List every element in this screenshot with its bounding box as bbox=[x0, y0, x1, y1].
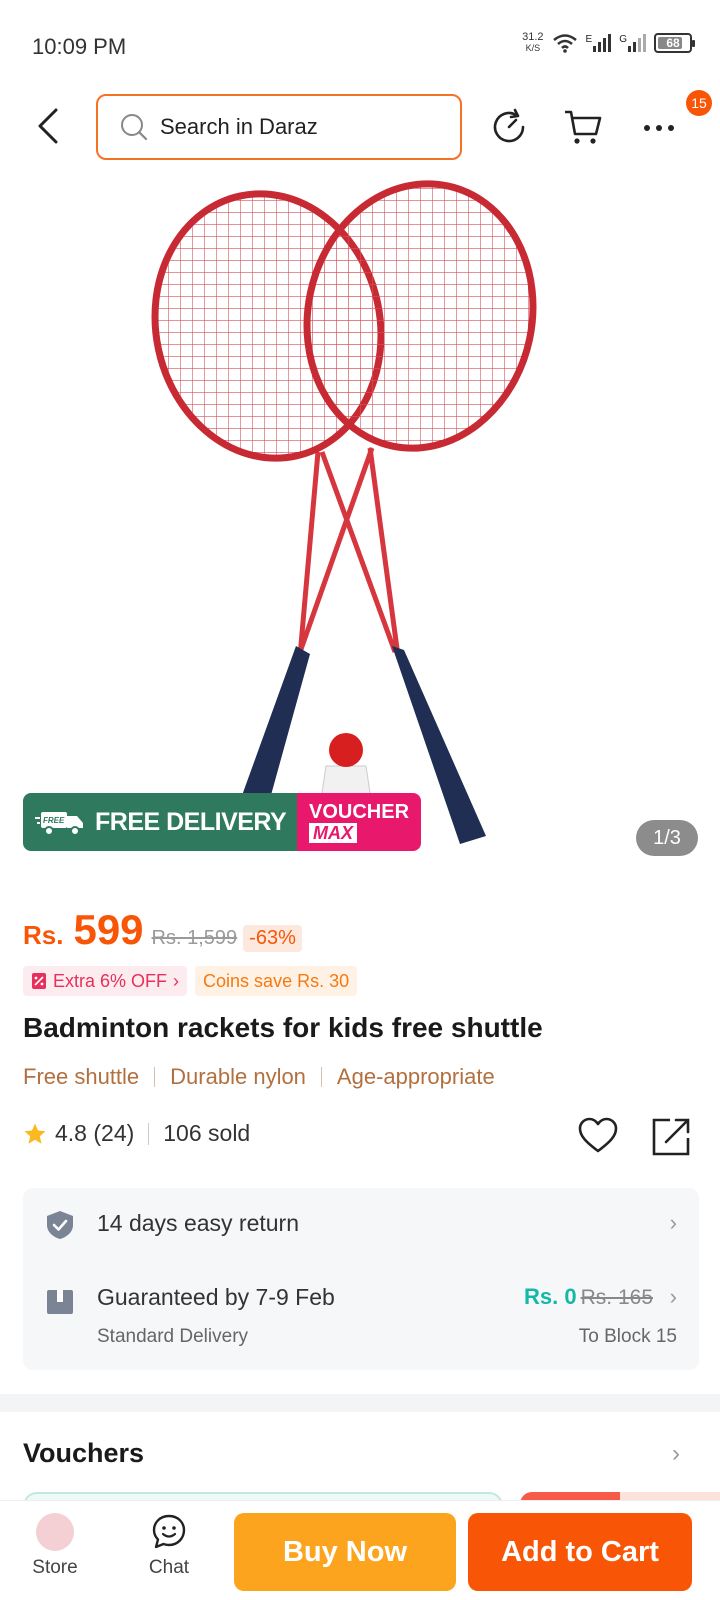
vouchers-heading: Vouchers bbox=[23, 1438, 145, 1468]
wishlist-heart-icon[interactable] bbox=[576, 1114, 620, 1158]
shipping-fee-was: Rs. 165 bbox=[580, 1286, 653, 1309]
rating-value: 4.8 (24) bbox=[55, 1120, 135, 1146]
star-icon bbox=[24, 1123, 46, 1144]
divider bbox=[320, 1067, 322, 1087]
delivery-type: Standard Delivery bbox=[97, 1326, 249, 1347]
chat-label: Chat bbox=[148, 1557, 190, 1578]
add-to-cart-button[interactable]: Add to Cart bbox=[468, 1513, 692, 1591]
delivery-destination: To Block 15 bbox=[578, 1326, 677, 1347]
search-placeholder: Search in Daraz bbox=[160, 114, 318, 139]
net-speed: 31.2 K/S bbox=[522, 31, 544, 54]
price-row: Rs. 599 Rs. 1,599 -63% bbox=[23, 906, 302, 954]
product-image bbox=[140, 176, 550, 844]
free-small-label: FREE bbox=[43, 816, 65, 825]
back-arrow-icon[interactable] bbox=[30, 104, 70, 148]
extra-off-label: Extra 6% OFF bbox=[53, 970, 168, 991]
package-icon bbox=[47, 1290, 73, 1314]
store-label: Store bbox=[32, 1557, 78, 1578]
status-time: 10:09 PM bbox=[32, 34, 127, 59]
extra-off-tag[interactable]: Extra 6% OFF › bbox=[23, 966, 188, 996]
promo-banner: FREE FREE DELIVERY VOUCHER MAX bbox=[23, 793, 421, 851]
bottom-action-bar: Store Chat Buy Now Add to Cart bbox=[0, 1500, 720, 1600]
free-delivery-tag: FREE FREE DELIVERY bbox=[23, 793, 297, 851]
shipping-fee-now: Rs. 0 bbox=[524, 1284, 577, 1309]
battery-icon: 68 bbox=[654, 33, 695, 53]
chevron-right-icon[interactable]: › bbox=[672, 1440, 680, 1468]
max-label: MAX bbox=[309, 823, 357, 843]
chat-button[interactable]: Chat bbox=[134, 1513, 204, 1579]
shield-check-icon bbox=[47, 1211, 73, 1239]
shipping-fee: Rs. 0 Rs. 165 bbox=[524, 1284, 653, 1310]
feature-item: Free shuttle bbox=[23, 1064, 140, 1089]
free-delivery-label: FREE DELIVERY bbox=[95, 807, 287, 836]
returns-label: 14 days easy return bbox=[97, 1210, 300, 1236]
promo-tags: Extra 6% OFF › Coins save Rs. 30 bbox=[23, 966, 358, 996]
divider bbox=[154, 1067, 156, 1087]
search-input[interactable]: Search in Daraz bbox=[96, 94, 462, 160]
returns-row[interactable]: 14 days easy return › bbox=[23, 1188, 699, 1262]
image-counter: 1/3 bbox=[636, 820, 698, 856]
currency: Rs. bbox=[23, 920, 64, 950]
product-image-gallery[interactable]: FREE FREE DELIVERY VOUCHER MAX 1/3 bbox=[0, 176, 720, 876]
buy-now-button[interactable]: Buy Now bbox=[234, 1513, 456, 1591]
feature-item: Age-appropriate bbox=[336, 1064, 495, 1089]
store-button[interactable]: Store bbox=[20, 1513, 90, 1579]
more-options-icon[interactable] bbox=[638, 106, 680, 148]
store-avatar bbox=[36, 1513, 74, 1551]
wifi-icon bbox=[552, 34, 577, 53]
coins-tag: Coins save Rs. 30 bbox=[195, 966, 358, 996]
section-divider bbox=[0, 1394, 720, 1412]
chevron-right-icon: › bbox=[173, 970, 180, 991]
feature-list: Free shuttle Durable nylon Age-appropria… bbox=[23, 1064, 495, 1090]
original-price: Rs. 1,599 bbox=[151, 927, 238, 949]
status-bar: 10:09 PM 31.2 K/S E G 68 bbox=[0, 0, 720, 90]
rating-row[interactable]: 4.8 (24) 106 sold bbox=[23, 1120, 250, 1147]
product-title: Badminton rackets for kids free shuttle bbox=[23, 1012, 543, 1043]
delivery-truck-icon: FREE bbox=[35, 812, 83, 836]
current-price: 599 bbox=[73, 906, 144, 953]
signal-e-icon: E bbox=[586, 34, 612, 52]
top-header: Search in Daraz 15 bbox=[0, 90, 720, 162]
delivery-guarantee: Guaranteed by 7-9 Feb bbox=[97, 1284, 335, 1310]
status-icons: 31.2 K/S E G 68 bbox=[522, 31, 695, 54]
share-icon[interactable] bbox=[650, 1114, 694, 1158]
discount-badge: -63% bbox=[243, 925, 302, 952]
cart-icon[interactable] bbox=[562, 106, 604, 148]
delivery-row[interactable]: Guaranteed by 7-9 Feb Standard Delivery … bbox=[23, 1262, 699, 1370]
chevron-right-icon: › bbox=[669, 1284, 677, 1309]
chevron-right-icon: › bbox=[669, 1210, 677, 1235]
history-icon[interactable] bbox=[488, 106, 530, 148]
service-card: 14 days easy return › Guaranteed by 7-9 … bbox=[23, 1188, 699, 1370]
chat-icon bbox=[152, 1514, 186, 1549]
voucher-label: VOUCHER bbox=[309, 801, 410, 823]
sold-count: 106 sold bbox=[163, 1120, 251, 1146]
signal-g-icon: G bbox=[619, 34, 646, 52]
notification-badge: 15 bbox=[686, 90, 712, 116]
voucher-max-tag: VOUCHER MAX bbox=[297, 793, 421, 851]
coupon-icon bbox=[32, 973, 46, 989]
feature-item: Durable nylon bbox=[170, 1064, 306, 1089]
divider bbox=[148, 1122, 150, 1145]
search-icon bbox=[121, 114, 148, 141]
